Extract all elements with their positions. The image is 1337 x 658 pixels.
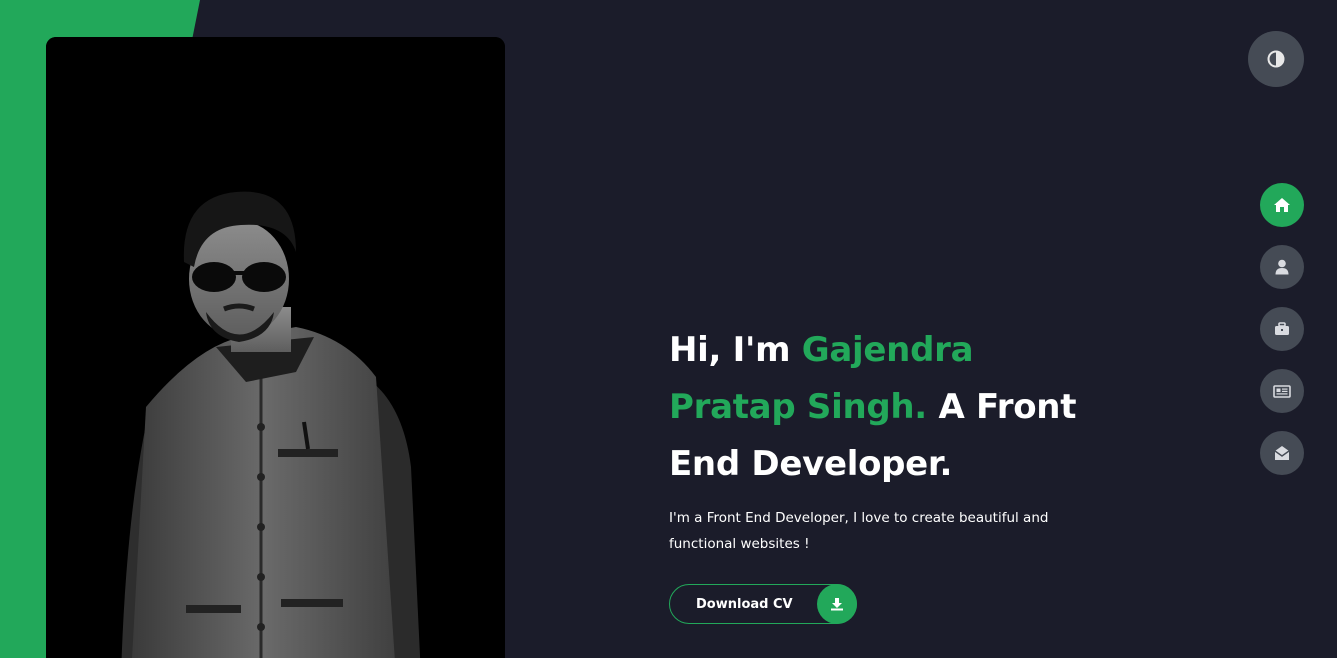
download-icon (817, 584, 857, 624)
newspaper-icon (1273, 384, 1291, 398)
download-cv-label: Download CV (696, 596, 793, 612)
hero-section: Hi, I'm Gajendra Pratap Singh. A Front E… (669, 322, 1109, 624)
nav-about-button[interactable] (1260, 245, 1304, 289)
briefcase-icon (1275, 322, 1289, 335)
envelope-open-icon (1274, 446, 1290, 460)
nav-portfolio-button[interactable] (1260, 307, 1304, 351)
theme-toggle-button[interactable] (1248, 31, 1304, 87)
nav-blog-button[interactable] (1260, 369, 1304, 413)
hero-description: I'm a Front End Developer, I love to cre… (669, 510, 1049, 552)
download-cv-button[interactable]: Download CV (669, 584, 857, 624)
side-nav (1260, 183, 1304, 493)
portrait-card (46, 37, 505, 658)
home-icon (1274, 198, 1290, 212)
hero-greeting: Hi, I'm (669, 330, 791, 370)
nav-contact-button[interactable] (1260, 431, 1304, 475)
contrast-icon (1267, 50, 1285, 68)
page: Hi, I'm Gajendra Pratap Singh. A Front E… (0, 0, 1337, 658)
hero-heading: Hi, I'm Gajendra Pratap Singh. A Front E… (669, 322, 1109, 493)
nav-home-button[interactable] (1260, 183, 1304, 227)
portrait-photo (46, 37, 505, 658)
user-icon (1275, 259, 1289, 275)
